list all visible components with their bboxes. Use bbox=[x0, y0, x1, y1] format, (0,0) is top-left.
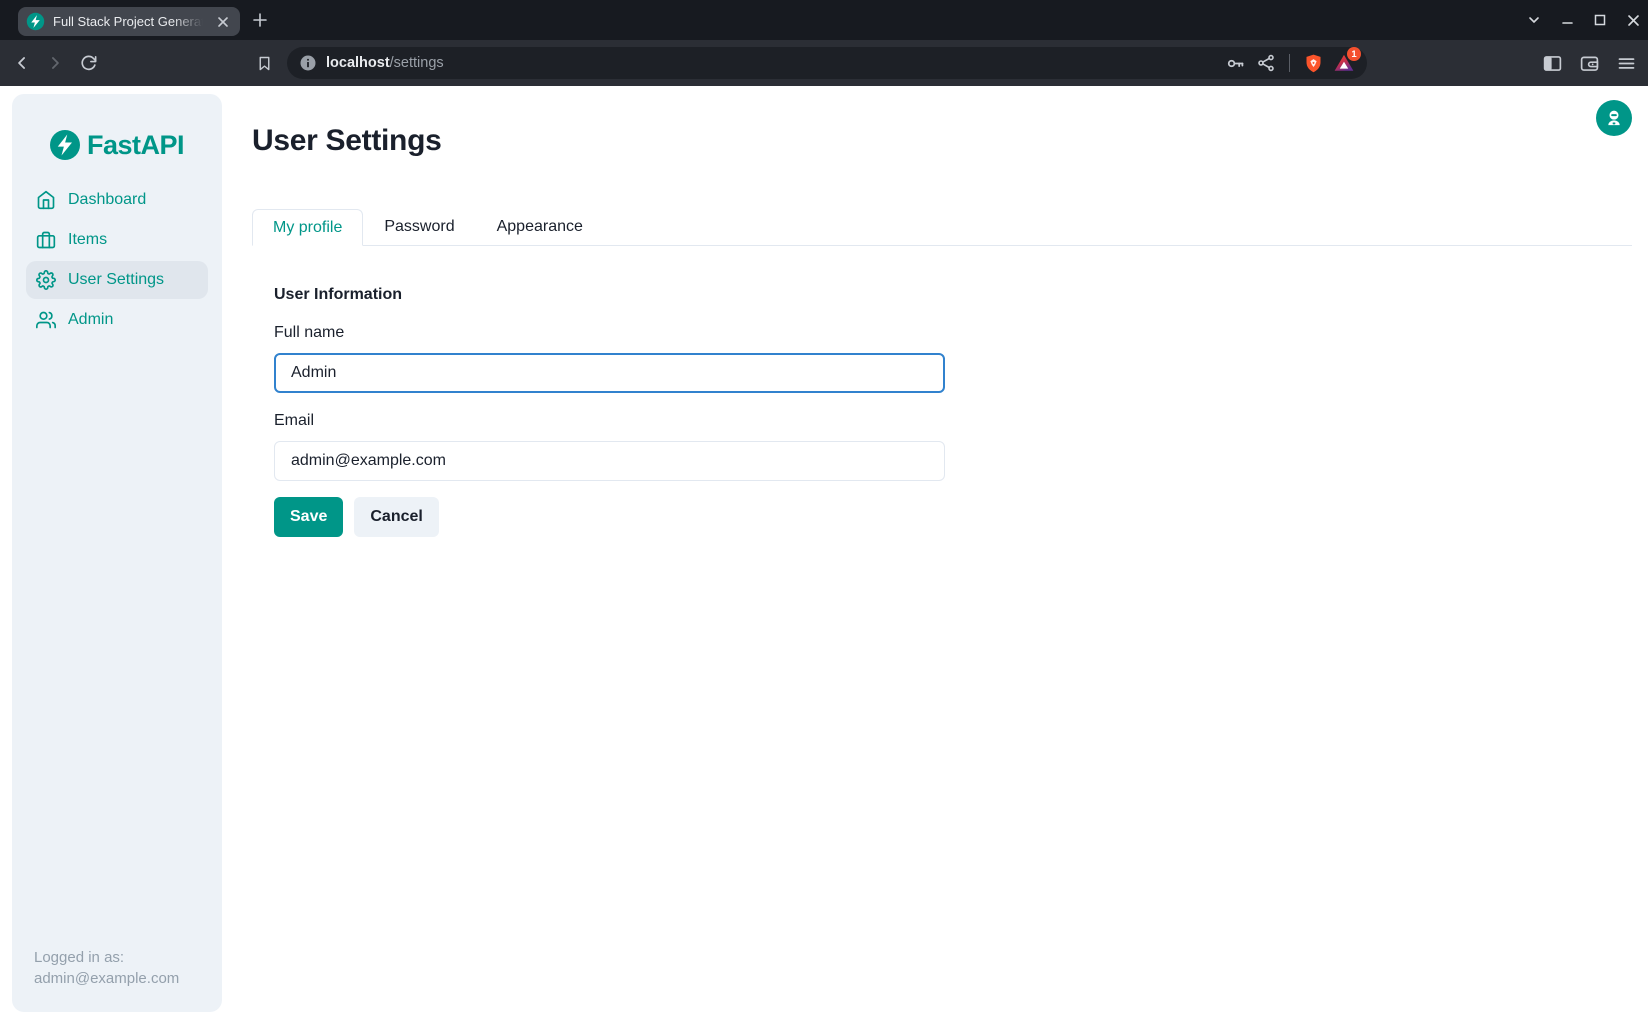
users-icon bbox=[36, 310, 56, 330]
sidebar-nav: Dashboard Items User Settings Admin bbox=[26, 181, 208, 339]
brave-shield-icon[interactable] bbox=[1302, 52, 1324, 74]
full-name-label: Full name bbox=[274, 323, 1632, 342]
urlbar-divider bbox=[1289, 54, 1290, 72]
browser-window: Full Stack Project Generat bbox=[0, 0, 1648, 1025]
browser-tab[interactable]: Full Stack Project Generat bbox=[18, 7, 240, 36]
url-host: localhost bbox=[326, 55, 390, 71]
fastapi-bolt-icon bbox=[50, 130, 80, 160]
browser-toolbar: localhost/settings 1 bbox=[0, 40, 1648, 86]
reload-button[interactable] bbox=[74, 49, 102, 77]
gear-icon bbox=[36, 270, 56, 290]
window-controls bbox=[1527, 0, 1640, 40]
tab-search-chevron-icon[interactable] bbox=[1527, 0, 1541, 40]
sidebar-item-label: Dashboard bbox=[68, 191, 146, 209]
window-minimize-button[interactable] bbox=[1560, 0, 1574, 40]
tab-my-profile[interactable]: My profile bbox=[252, 209, 363, 246]
url-path: /settings bbox=[390, 55, 444, 71]
new-tab-button[interactable] bbox=[246, 6, 274, 34]
sidebar-item-dashboard[interactable]: Dashboard bbox=[26, 181, 208, 219]
my-profile-panel: User Information Full name Email Save Ca… bbox=[252, 286, 1632, 537]
home-icon bbox=[36, 190, 56, 210]
sidebar-item-label: Admin bbox=[68, 311, 113, 329]
logged-in-email: admin@example.com bbox=[34, 968, 200, 990]
tab-close-icon[interactable] bbox=[214, 13, 232, 31]
brave-rewards-icon[interactable]: 1 bbox=[1333, 52, 1355, 74]
app-sidebar: FastAPI Dashboard Items User Settings bbox=[12, 94, 222, 1012]
page-content: FastAPI Dashboard Items User Settings bbox=[0, 86, 1648, 1025]
sidebar-item-user-settings[interactable]: User Settings bbox=[26, 261, 208, 299]
page-title: User Settings bbox=[252, 124, 1632, 158]
back-button[interactable] bbox=[8, 49, 36, 77]
rewards-badge: 1 bbox=[1347, 47, 1361, 61]
cancel-button[interactable]: Cancel bbox=[354, 497, 438, 537]
toolbar-right-icons bbox=[1540, 49, 1640, 77]
url-bar[interactable]: localhost/settings 1 bbox=[287, 47, 1367, 79]
section-title: User Information bbox=[274, 286, 1632, 304]
browser-titlebar: Full Stack Project Generat bbox=[0, 0, 1648, 40]
email-label: Email bbox=[274, 411, 1632, 430]
logged-in-label: Logged in as: bbox=[34, 947, 200, 969]
bookmark-icon[interactable] bbox=[250, 49, 278, 77]
sidebar-item-admin[interactable]: Admin bbox=[26, 301, 208, 339]
sidebar-item-items[interactable]: Items bbox=[26, 221, 208, 259]
fastapi-logo: FastAPI bbox=[26, 128, 208, 162]
tab-password[interactable]: Password bbox=[363, 208, 475, 245]
window-close-button[interactable] bbox=[1626, 0, 1640, 40]
briefcase-icon bbox=[36, 230, 56, 250]
url-text: localhost/settings bbox=[326, 54, 444, 72]
user-astronaut-icon bbox=[1604, 108, 1624, 128]
sidebar-toggle-icon[interactable] bbox=[1540, 49, 1564, 77]
password-key-icon[interactable] bbox=[1224, 52, 1246, 74]
forward-button[interactable] bbox=[41, 49, 69, 77]
sidebar-item-label: Items bbox=[68, 231, 107, 249]
sidebar-item-label: User Settings bbox=[68, 271, 164, 289]
form-actions: Save Cancel bbox=[274, 497, 1632, 537]
tab-title: Full Stack Project Generat bbox=[53, 14, 206, 29]
fastapi-favicon-icon bbox=[26, 12, 45, 31]
logo-text: FastAPI bbox=[87, 130, 184, 161]
settings-tabs: My profile Password Appearance bbox=[252, 208, 1632, 246]
window-maximize-button[interactable] bbox=[1593, 0, 1607, 40]
brave-wallet-icon[interactable] bbox=[1577, 49, 1601, 77]
tab-appearance[interactable]: Appearance bbox=[476, 208, 604, 245]
menu-hamburger-icon[interactable] bbox=[1614, 49, 1638, 77]
site-info-icon[interactable] bbox=[299, 54, 317, 72]
main-area: User Settings My profile Password Appear… bbox=[252, 86, 1632, 537]
full-name-input[interactable] bbox=[274, 353, 945, 393]
save-button[interactable]: Save bbox=[274, 497, 343, 537]
email-input[interactable] bbox=[274, 441, 945, 481]
logged-in-info: Logged in as: admin@example.com bbox=[26, 947, 208, 991]
user-menu-avatar-button[interactable] bbox=[1596, 100, 1632, 136]
share-icon[interactable] bbox=[1255, 52, 1277, 74]
